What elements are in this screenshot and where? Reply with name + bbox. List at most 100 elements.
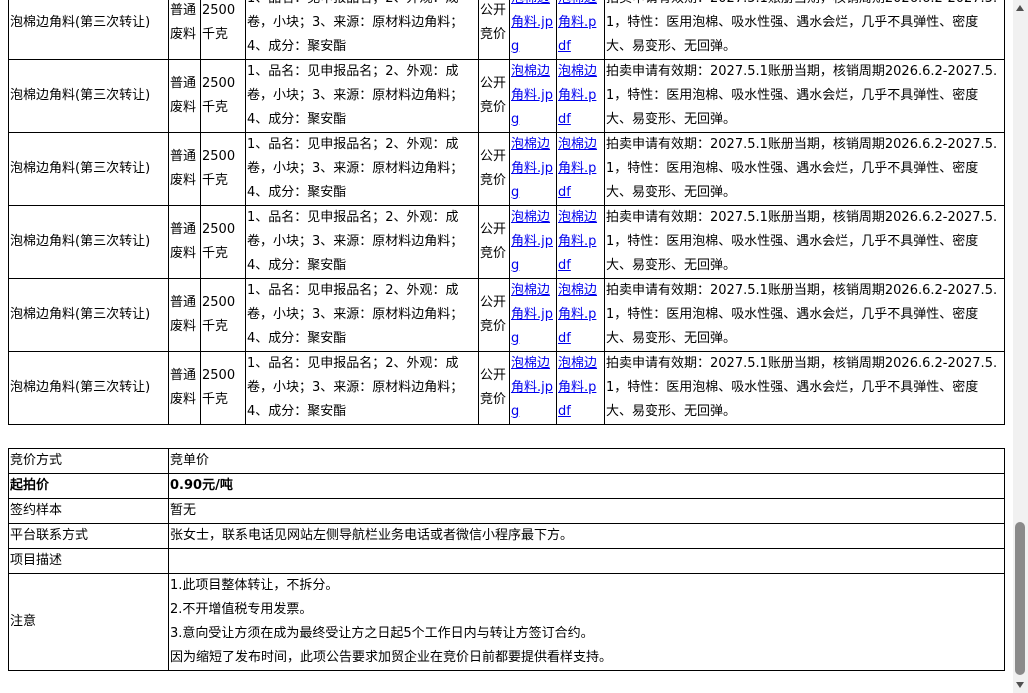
info-row-bidding-method: 竞价方式 竞单价: [8, 448, 1005, 474]
item-quantity-cell: 2500千克: [202, 3, 236, 42]
item-type-cell: 普通废料: [170, 149, 197, 188]
item-image-link[interactable]: 泡棉边角料.jpg: [511, 0, 553, 54]
item-description-cell: 1、品名：见申报品名；2、外观：成卷，小块；3、来源：原材料边角料；4、成分：聚…: [245, 278, 479, 352]
item-type-cell: 普通废料: [168, 351, 201, 425]
item-remark-cell: 拍卖申请有效期：2027.5.1账册当期，核销周期2026.6.2-2027.5…: [606, 210, 998, 273]
table-row: 泡棉边角料(第三次转让) 普通废料2500千克 1、品名：见申报品名；2、外观：成卷…: [8, 132, 1005, 206]
item-image-link[interactable]: 泡棉边角料.jpg: [511, 137, 553, 200]
item-pdf-link[interactable]: 泡棉边角料.pdf: [558, 283, 597, 346]
project-description-label: 项目描述: [8, 548, 169, 574]
item-description-cell: 1、品名：见申报品名；2、外观：成卷，小块；3、来源：原材料边角料；4、成分：聚…: [245, 59, 479, 133]
item-remark-cell: 拍卖申请有效期：2027.5.1账册当期，核销周期2026.6.2-2027.5…: [606, 356, 998, 419]
item-type-cell: 普通废料: [168, 132, 201, 206]
table-row: 泡棉边角料(第三次转让) 普通废料2500千克 1、品名：见申报品名；2、外观：成卷…: [8, 0, 1005, 60]
scrollbar-thumb[interactable]: [1015, 522, 1025, 675]
item-quantity-cell: 2500千克: [202, 295, 236, 334]
item-quantity-cell: 2500千克: [200, 0, 246, 60]
item-remark-cell: 拍卖申请有效期：2027.5.1账册当期，核销周期2026.6.2-2027.5…: [604, 278, 1005, 352]
table-row: 泡棉边角料(第三次转让) 普通废料2500千克 1、品名：见申报品名；2、外观：成卷…: [8, 59, 1005, 133]
item-type-cell: 普通废料: [168, 205, 201, 279]
item-name-cell: 泡棉边角料(第三次转让): [8, 0, 169, 60]
item-pdf-cell: 泡棉边角料.pdf: [556, 0, 605, 60]
note-line: 因为缩短了发布时间，此项公告要求加贸企业在竞价日前都要提供看样支持。: [170, 650, 613, 665]
item-image-link[interactable]: 泡棉边角料.jpg: [511, 210, 553, 273]
item-name-cell: 泡棉边角料(第三次转让): [10, 380, 151, 395]
item-image-cell: 泡棉边角料.jpg: [509, 59, 557, 133]
item-description-cell: 1、品名：见申报品名；2、外观：成卷，小块；3、来源：原材料边角料；4、成分：聚…: [247, 356, 464, 419]
item-description-cell: 1、品名：见申报品名；2、外观：成卷，小块；3、来源：原材料边角料；4、成分：聚…: [247, 64, 464, 127]
item-remark-cell: 拍卖申请有效期：2027.5.1账册当期，核销周期2026.6.2-2027.5…: [604, 351, 1005, 425]
items-table: 泡棉边角料(第三次转让)普通废料2500千克1、品名：见申报品名；2、外观：成卷…: [8, 0, 1005, 425]
info-row-contact: 平台联系方式 张女士，联系电话见网站左侧导航栏业务电话或者微信小程序最下方。: [8, 523, 1005, 549]
item-description-cell: 1、品名：见申报品名；2、外观：成卷，小块；3、来源：原材料边角料；4、成分：聚…: [247, 283, 464, 346]
starting-price-value: 0.90元/吨: [168, 473, 1005, 499]
item-name-cell: 泡棉边角料(第三次转让): [8, 132, 169, 206]
item-pdf-cell: 泡棉边角料.pdf: [556, 351, 605, 425]
item-image-link[interactable]: 泡棉边角料.jpg: [511, 283, 553, 346]
vertical-scrollbar[interactable]: [1013, 0, 1028, 693]
item-description-cell: 1、品名：见申报品名；2、外观：成卷，小块；3、来源：原材料边角料；4、成分：聚…: [245, 132, 479, 206]
item-quantity-cell: 2500千克: [202, 76, 236, 115]
item-name-cell: 泡棉边角料(第三次转让): [8, 278, 169, 352]
item-quantity-cell: 2500千克: [202, 222, 236, 261]
item-pdf-link[interactable]: 泡棉边角料.pdf: [558, 356, 597, 419]
item-method-cell: 公开竞价: [478, 132, 510, 206]
item-remark-cell: 拍卖申请有效期：2027.5.1账册当期，核销周期2026.6.2-2027.5…: [606, 0, 997, 54]
item-pdf-link[interactable]: 泡棉边角料.pdf: [558, 137, 597, 200]
item-image-cell: 泡棉边角料.jpg: [509, 278, 557, 352]
note-line: 3.意向受让方须在成为最终受让方之日起5个工作日内与转让方签订合约。: [170, 626, 594, 641]
info-row-project-description: 项目描述: [8, 548, 1005, 574]
item-method-cell: 公开竞价: [480, 295, 507, 334]
item-remark-cell: 拍卖申请有效期：2027.5.1账册当期，核销周期2026.6.2-2027.5…: [606, 137, 998, 200]
item-name-cell: 泡棉边角料(第三次转让): [10, 307, 151, 322]
item-pdf-link[interactable]: 泡棉边角料.pdf: [558, 0, 597, 54]
item-image-cell: 泡棉边角料.jpg: [509, 0, 557, 60]
item-name-cell: 泡棉边角料(第三次转让): [8, 351, 169, 425]
item-image-cell: 泡棉边角料.jpg: [509, 351, 557, 425]
item-method-cell: 公开竞价: [478, 205, 510, 279]
item-pdf-link[interactable]: 泡棉边角料.pdf: [558, 64, 597, 127]
item-quantity-cell: 2500千克: [200, 59, 246, 133]
bidding-method-label: 竞价方式: [8, 448, 169, 474]
triangle-up-icon[interactable]: [1016, 5, 1024, 11]
item-type-cell: 普通废料: [168, 59, 201, 133]
item-pdf-cell: 泡棉边角料.pdf: [556, 59, 605, 133]
item-name-cell: 泡棉边角料(第三次转让): [8, 59, 169, 133]
item-image-cell: 泡棉边角料.jpg: [509, 205, 557, 279]
item-method-cell: 公开竞价: [478, 351, 510, 425]
item-pdf-link[interactable]: 泡棉边角料.pdf: [558, 210, 597, 273]
item-name-cell: 泡棉边角料(第三次转让): [10, 234, 151, 249]
info-table: 竞价方式 竞单价 起拍价 0.90元/吨 签约样本 暂无 平台联系方式 张女士，…: [8, 448, 1005, 671]
item-method-cell: 公开竞价: [480, 222, 507, 261]
item-remark-cell: 拍卖申请有效期：2027.5.1账册当期，核销周期2026.6.2-2027.5…: [606, 64, 998, 127]
contract-sample-value: 暂无: [168, 498, 1005, 524]
triangle-down-icon[interactable]: [1016, 682, 1024, 688]
contact-value: 张女士，联系电话见网站左侧导航栏业务电话或者微信小程序最下方。: [168, 523, 1005, 549]
item-name-cell: 泡棉边角料(第三次转让): [10, 161, 151, 176]
item-image-link[interactable]: 泡棉边角料.jpg: [511, 356, 553, 419]
item-name-cell: 泡棉边角料(第三次转让): [10, 15, 151, 30]
table-row: 泡棉边角料(第三次转让) 普通废料2500千克 1、品名：见申报品名；2、外观：成卷…: [8, 205, 1005, 279]
item-quantity-cell: 2500千克: [200, 205, 246, 279]
item-quantity-cell: 2500千克: [202, 368, 236, 407]
item-method-cell: 公开竞价: [480, 76, 507, 115]
item-type-cell: 普通废料: [170, 3, 197, 42]
item-image-cell: 泡棉边角料.jpg: [509, 132, 557, 206]
notes-value: 1.此项目整体转让，不拆分。 2.不开增值税专用发票。 3.意向受让方须在成为最…: [168, 573, 1005, 671]
info-row-contract-sample: 签约样本 暂无: [8, 498, 1005, 524]
item-type-cell: 普通废料: [170, 222, 197, 261]
item-remark-cell: 拍卖申请有效期：2027.5.1账册当期，核销周期2026.6.2-2027.5…: [604, 0, 1005, 60]
item-method-cell: 公开竞价: [480, 149, 507, 188]
table-row: 泡棉边角料(第三次转让) 普通废料2500千克 1、品名：见申报品名；2、外观：成卷…: [8, 351, 1005, 425]
project-description-value: [168, 548, 1005, 574]
item-quantity-cell: 2500千克: [200, 351, 246, 425]
item-description-cell: 1、品名：见申报品名；2、外观：成卷，小块；3、来源：原材料边角料；4、成分：聚…: [247, 210, 464, 273]
item-remark-cell: 拍卖申请有效期：2027.5.1账册当期，核销周期2026.6.2-2027.5…: [604, 132, 1005, 206]
item-type-cell: 普通废料: [170, 295, 197, 334]
item-type-cell: 普通废料: [170, 76, 197, 115]
item-remark-cell: 拍卖申请有效期：2027.5.1账册当期，核销周期2026.6.2-2027.5…: [606, 283, 998, 346]
item-image-link[interactable]: 泡棉边角料.jpg: [511, 64, 553, 127]
item-type-cell: 普通废料: [168, 278, 201, 352]
item-pdf-cell: 泡棉边角料.pdf: [556, 132, 605, 206]
item-quantity-cell: 2500千克: [200, 132, 246, 206]
